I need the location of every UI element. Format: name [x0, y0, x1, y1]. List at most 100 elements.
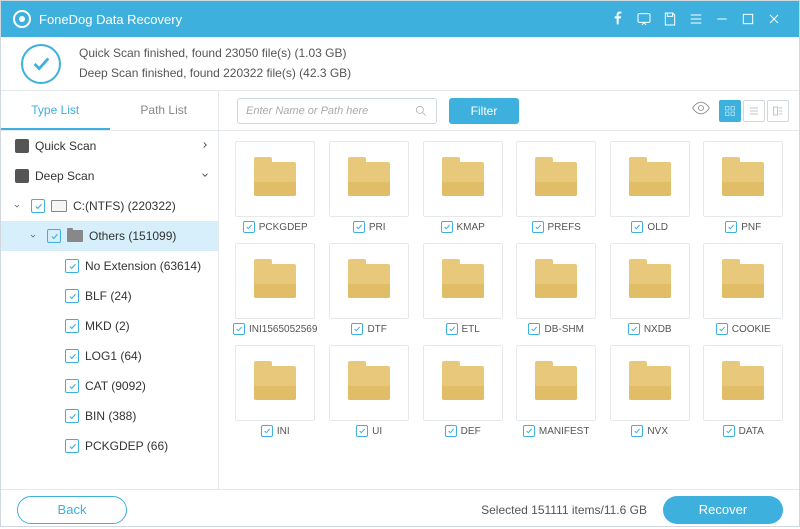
item-thumbnail[interactable] [703, 243, 783, 319]
item-thumbnail[interactable] [703, 141, 783, 217]
file-grid[interactable]: PCKGDEPPRIKMAPPREFSOLDPNF INI1565052569DT… [219, 131, 799, 489]
item-thumbnail[interactable] [329, 243, 409, 319]
grid-item[interactable]: COOKIE [701, 243, 785, 335]
grid-item[interactable]: INI1565052569 [233, 243, 317, 335]
item-thumbnail[interactable] [516, 243, 596, 319]
tree-child-row[interactable]: PCKGDEP (66) [1, 431, 218, 461]
feedback-icon[interactable] [631, 6, 657, 32]
item-checkbox[interactable] [631, 425, 643, 437]
item-checkbox[interactable] [353, 221, 365, 233]
item-checkbox[interactable] [723, 425, 735, 437]
grid-item[interactable]: ETL [421, 243, 505, 335]
item-checkbox[interactable] [351, 323, 363, 335]
item-thumbnail[interactable] [516, 345, 596, 421]
grid-item[interactable]: NXDB [608, 243, 692, 335]
item-checkbox[interactable] [445, 425, 457, 437]
grid-item[interactable]: MANIFEST [514, 345, 598, 437]
item-thumbnail[interactable] [516, 141, 596, 217]
item-thumbnail[interactable] [610, 243, 690, 319]
checkbox-icon[interactable] [15, 139, 29, 153]
item-thumbnail[interactable] [235, 141, 315, 217]
tree-others[interactable]: Others (151099) [1, 221, 218, 251]
menu-icon[interactable] [683, 6, 709, 32]
tree-child-row[interactable]: BIN (388) [1, 401, 218, 431]
tree-child-row[interactable]: No Extension (63614) [1, 251, 218, 281]
chevron-right-icon[interactable] [200, 139, 210, 153]
grid-item[interactable]: NVX [608, 345, 692, 437]
checkbox-icon[interactable] [15, 169, 29, 183]
item-checkbox[interactable] [441, 221, 453, 233]
item-checkbox[interactable] [532, 221, 544, 233]
grid-item[interactable]: DEF [421, 345, 505, 437]
item-thumbnail[interactable] [329, 141, 409, 217]
save-icon[interactable] [657, 6, 683, 32]
chevron-down-icon[interactable] [9, 202, 25, 210]
checkbox-icon[interactable] [65, 379, 79, 393]
view-grid-icon[interactable] [719, 100, 741, 122]
minimize-icon[interactable] [709, 6, 735, 32]
tree-child-row[interactable]: CAT (9092) [1, 371, 218, 401]
tree-deep-scan[interactable]: Deep Scan [1, 161, 218, 191]
view-detail-icon[interactable] [767, 100, 789, 122]
grid-item[interactable]: OLD [608, 141, 692, 233]
back-button[interactable]: Back [17, 496, 127, 524]
item-checkbox[interactable] [233, 323, 245, 335]
item-thumbnail[interactable] [235, 243, 315, 319]
tree-child-row[interactable]: LOG1 (64) [1, 341, 218, 371]
grid-item[interactable]: INI [233, 345, 317, 437]
item-thumbnail[interactable] [423, 243, 503, 319]
tab-path-list[interactable]: Path List [110, 91, 219, 130]
grid-item[interactable]: PCKGDEP [233, 141, 317, 233]
item-thumbnail[interactable] [329, 345, 409, 421]
chevron-down-icon[interactable] [200, 169, 210, 183]
grid-item[interactable]: PRI [327, 141, 411, 233]
tree-quick-scan[interactable]: Quick Scan [1, 131, 218, 161]
filter-button[interactable]: Filter [449, 98, 519, 124]
view-list-icon[interactable] [743, 100, 765, 122]
item-checkbox[interactable] [628, 323, 640, 335]
checkbox-icon[interactable] [65, 439, 79, 453]
checkbox-icon[interactable] [65, 319, 79, 333]
tree-drive[interactable]: C:(NTFS) (220322) [1, 191, 218, 221]
item-thumbnail[interactable] [423, 141, 503, 217]
item-thumbnail[interactable] [423, 345, 503, 421]
checkbox-icon[interactable] [65, 289, 79, 303]
checkbox-icon[interactable] [65, 349, 79, 363]
item-checkbox[interactable] [725, 221, 737, 233]
grid-item[interactable]: DATA [701, 345, 785, 437]
item-checkbox[interactable] [523, 425, 535, 437]
tree-child-row[interactable]: MKD (2) [1, 311, 218, 341]
grid-item[interactable]: UI [327, 345, 411, 437]
checkbox-icon[interactable] [65, 409, 79, 423]
item-checkbox[interactable] [356, 425, 368, 437]
tab-type-list[interactable]: Type List [1, 91, 110, 130]
checkbox-icon[interactable] [47, 229, 61, 243]
facebook-icon[interactable] [605, 6, 631, 32]
item-thumbnail[interactable] [235, 345, 315, 421]
grid-item[interactable]: KMAP [421, 141, 505, 233]
search-box[interactable] [237, 98, 437, 124]
recover-button[interactable]: Recover [663, 496, 783, 524]
item-checkbox[interactable] [243, 221, 255, 233]
chevron-down-icon[interactable] [25, 232, 41, 240]
grid-item[interactable]: PREFS [514, 141, 598, 233]
item-thumbnail[interactable] [703, 345, 783, 421]
grid-item[interactable]: DTF [327, 243, 411, 335]
close-icon[interactable] [761, 6, 787, 32]
checkbox-icon[interactable] [65, 259, 79, 273]
item-checkbox[interactable] [716, 323, 728, 335]
maximize-icon[interactable] [735, 6, 761, 32]
tree-child-row[interactable]: BLF (24) [1, 281, 218, 311]
preview-toggle-icon[interactable] [691, 98, 711, 123]
item-checkbox[interactable] [528, 323, 540, 335]
sidebar-tree[interactable]: Quick Scan Deep Scan C:(NTFS) (220322) O… [1, 131, 219, 489]
checkbox-icon[interactable] [31, 199, 45, 213]
grid-item[interactable]: PNF [701, 141, 785, 233]
item-checkbox[interactable] [446, 323, 458, 335]
item-thumbnail[interactable] [610, 141, 690, 217]
search-input[interactable] [246, 105, 414, 117]
item-checkbox[interactable] [631, 221, 643, 233]
item-thumbnail[interactable] [610, 345, 690, 421]
grid-item[interactable]: DB-SHM [514, 243, 598, 335]
item-checkbox[interactable] [261, 425, 273, 437]
